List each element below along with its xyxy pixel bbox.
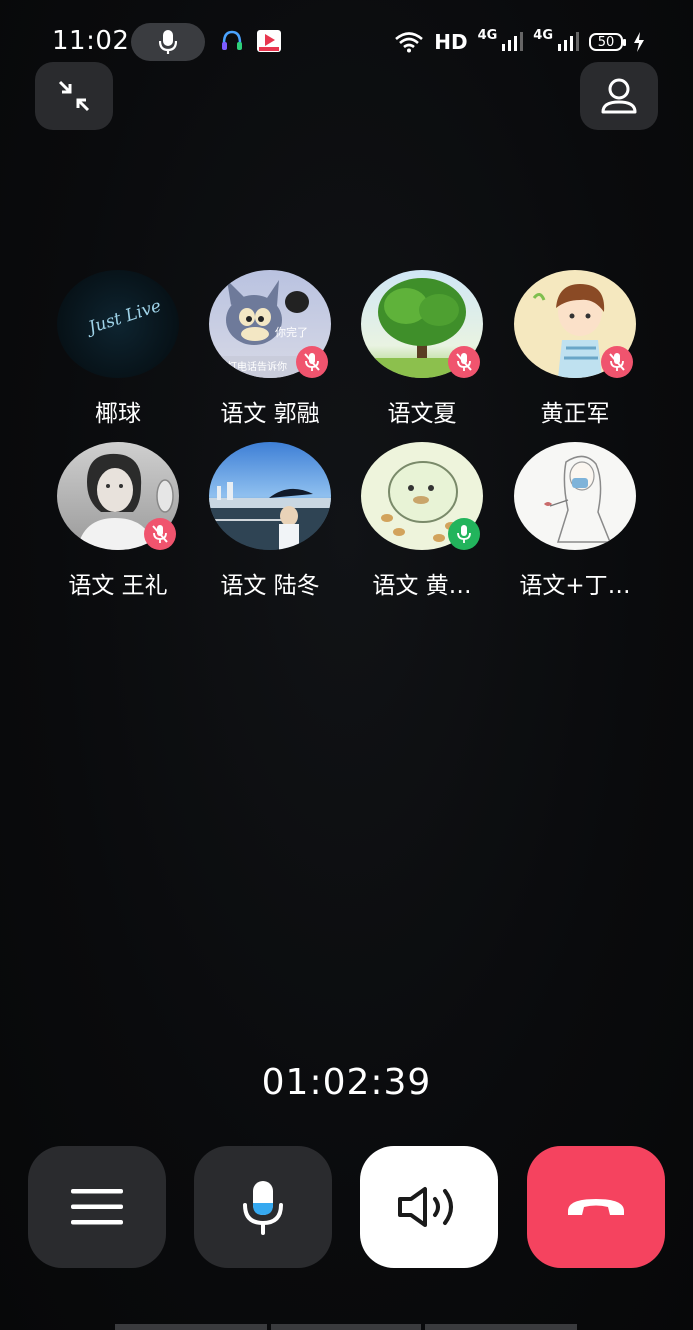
muted-badge	[144, 518, 176, 550]
nav-gesture-bar	[115, 1324, 267, 1330]
waterfront-photo-avatar	[209, 482, 331, 550]
status-bar: 11:02 HD 4G 4G 50	[0, 18, 693, 66]
mic-muted-icon	[152, 525, 168, 543]
status-icons: HD 4G 4G 50	[394, 28, 645, 56]
charging-icon	[634, 32, 644, 52]
participant-name: 椰球	[95, 401, 141, 427]
speaking-badge	[448, 518, 480, 550]
battery-level: 50	[597, 34, 615, 50]
avatar: Just Live	[57, 270, 179, 378]
mic-muted-icon	[304, 353, 320, 371]
headset-app-icon	[222, 30, 242, 50]
add-participant-button[interactable]	[580, 62, 658, 130]
hang-up-button[interactable]	[527, 1146, 665, 1268]
more-options-button[interactable]	[28, 1146, 166, 1268]
sketch-girl-avatar	[544, 455, 612, 543]
participant-tile[interactable]: 语文 黄…	[346, 442, 498, 602]
muted-badge	[296, 346, 328, 378]
avatar	[209, 442, 331, 550]
menu-icon	[71, 1189, 123, 1225]
participant-tile[interactable]: 语文 陆冬	[194, 442, 346, 602]
participant-tile[interactable]: Just Live 椰球	[42, 270, 194, 430]
participant-tile[interactable]: 语文+丁…	[499, 442, 651, 602]
sim2-network-label: 4G	[533, 28, 553, 43]
voice-call-screen: 11:02 HD 4G 4G 50 Just Live 椰球 你完了 打电话告诉…	[0, 0, 693, 1330]
signal-sim1-icon	[502, 32, 524, 51]
participant-name: 语文夏	[387, 401, 457, 427]
signal-sim2-icon	[558, 32, 579, 51]
participant-name: 语文 陆冬	[220, 573, 320, 599]
call-duration: 01:02:39	[261, 1062, 432, 1103]
participant-tile[interactable]: 你完了 打电话告诉你 语文 郭融	[194, 270, 346, 430]
hd-voice-label: HD	[434, 30, 468, 54]
participant-name: 语文 郭融	[220, 401, 320, 427]
minimize-call-button[interactable]	[35, 62, 113, 130]
participant-tile[interactable]: 语文夏	[346, 270, 498, 430]
participant-name: 语文 王礼	[68, 573, 168, 599]
svg-text:打电话告诉你: 打电话告诉你	[227, 360, 287, 373]
mute-toggle-button[interactable]	[194, 1146, 332, 1268]
battery-indicator: 50	[589, 33, 626, 51]
speaker-toggle-button[interactable]	[360, 1146, 498, 1268]
participant-name: 语文+丁…	[519, 573, 631, 599]
svg-text:Just Live: Just Live	[83, 296, 163, 339]
microphone-icon	[457, 525, 471, 543]
speaker-icon	[398, 1187, 453, 1227]
svg-text:你完了: 你完了	[275, 325, 308, 339]
person-icon	[601, 78, 637, 114]
just-live-avatar: Just Live	[83, 296, 163, 339]
muted-badge	[601, 346, 633, 378]
avatar	[514, 442, 636, 550]
participant-tile[interactable]: 黄正军	[499, 270, 651, 430]
hang-up-icon	[568, 1199, 624, 1215]
microphone-icon	[159, 30, 177, 54]
status-time: 11:02	[52, 26, 130, 56]
mic-muted-icon	[456, 353, 472, 371]
nav-gesture-bar	[271, 1324, 421, 1330]
nav-gesture-bar	[425, 1324, 577, 1330]
video-app-icon	[257, 30, 281, 52]
participant-name: 黄正军	[540, 401, 610, 427]
mic-in-use-indicator	[131, 23, 205, 61]
muted-badge	[448, 346, 480, 378]
participant-tile[interactable]: 语文 王礼	[42, 442, 194, 602]
microphone-icon	[243, 1181, 283, 1235]
sim1-network-label: 4G	[477, 28, 498, 43]
minimize-arrows-icon	[58, 80, 90, 112]
mic-muted-icon	[609, 353, 625, 371]
wifi-icon	[395, 32, 424, 53]
participant-name: 语文 黄…	[372, 573, 472, 599]
